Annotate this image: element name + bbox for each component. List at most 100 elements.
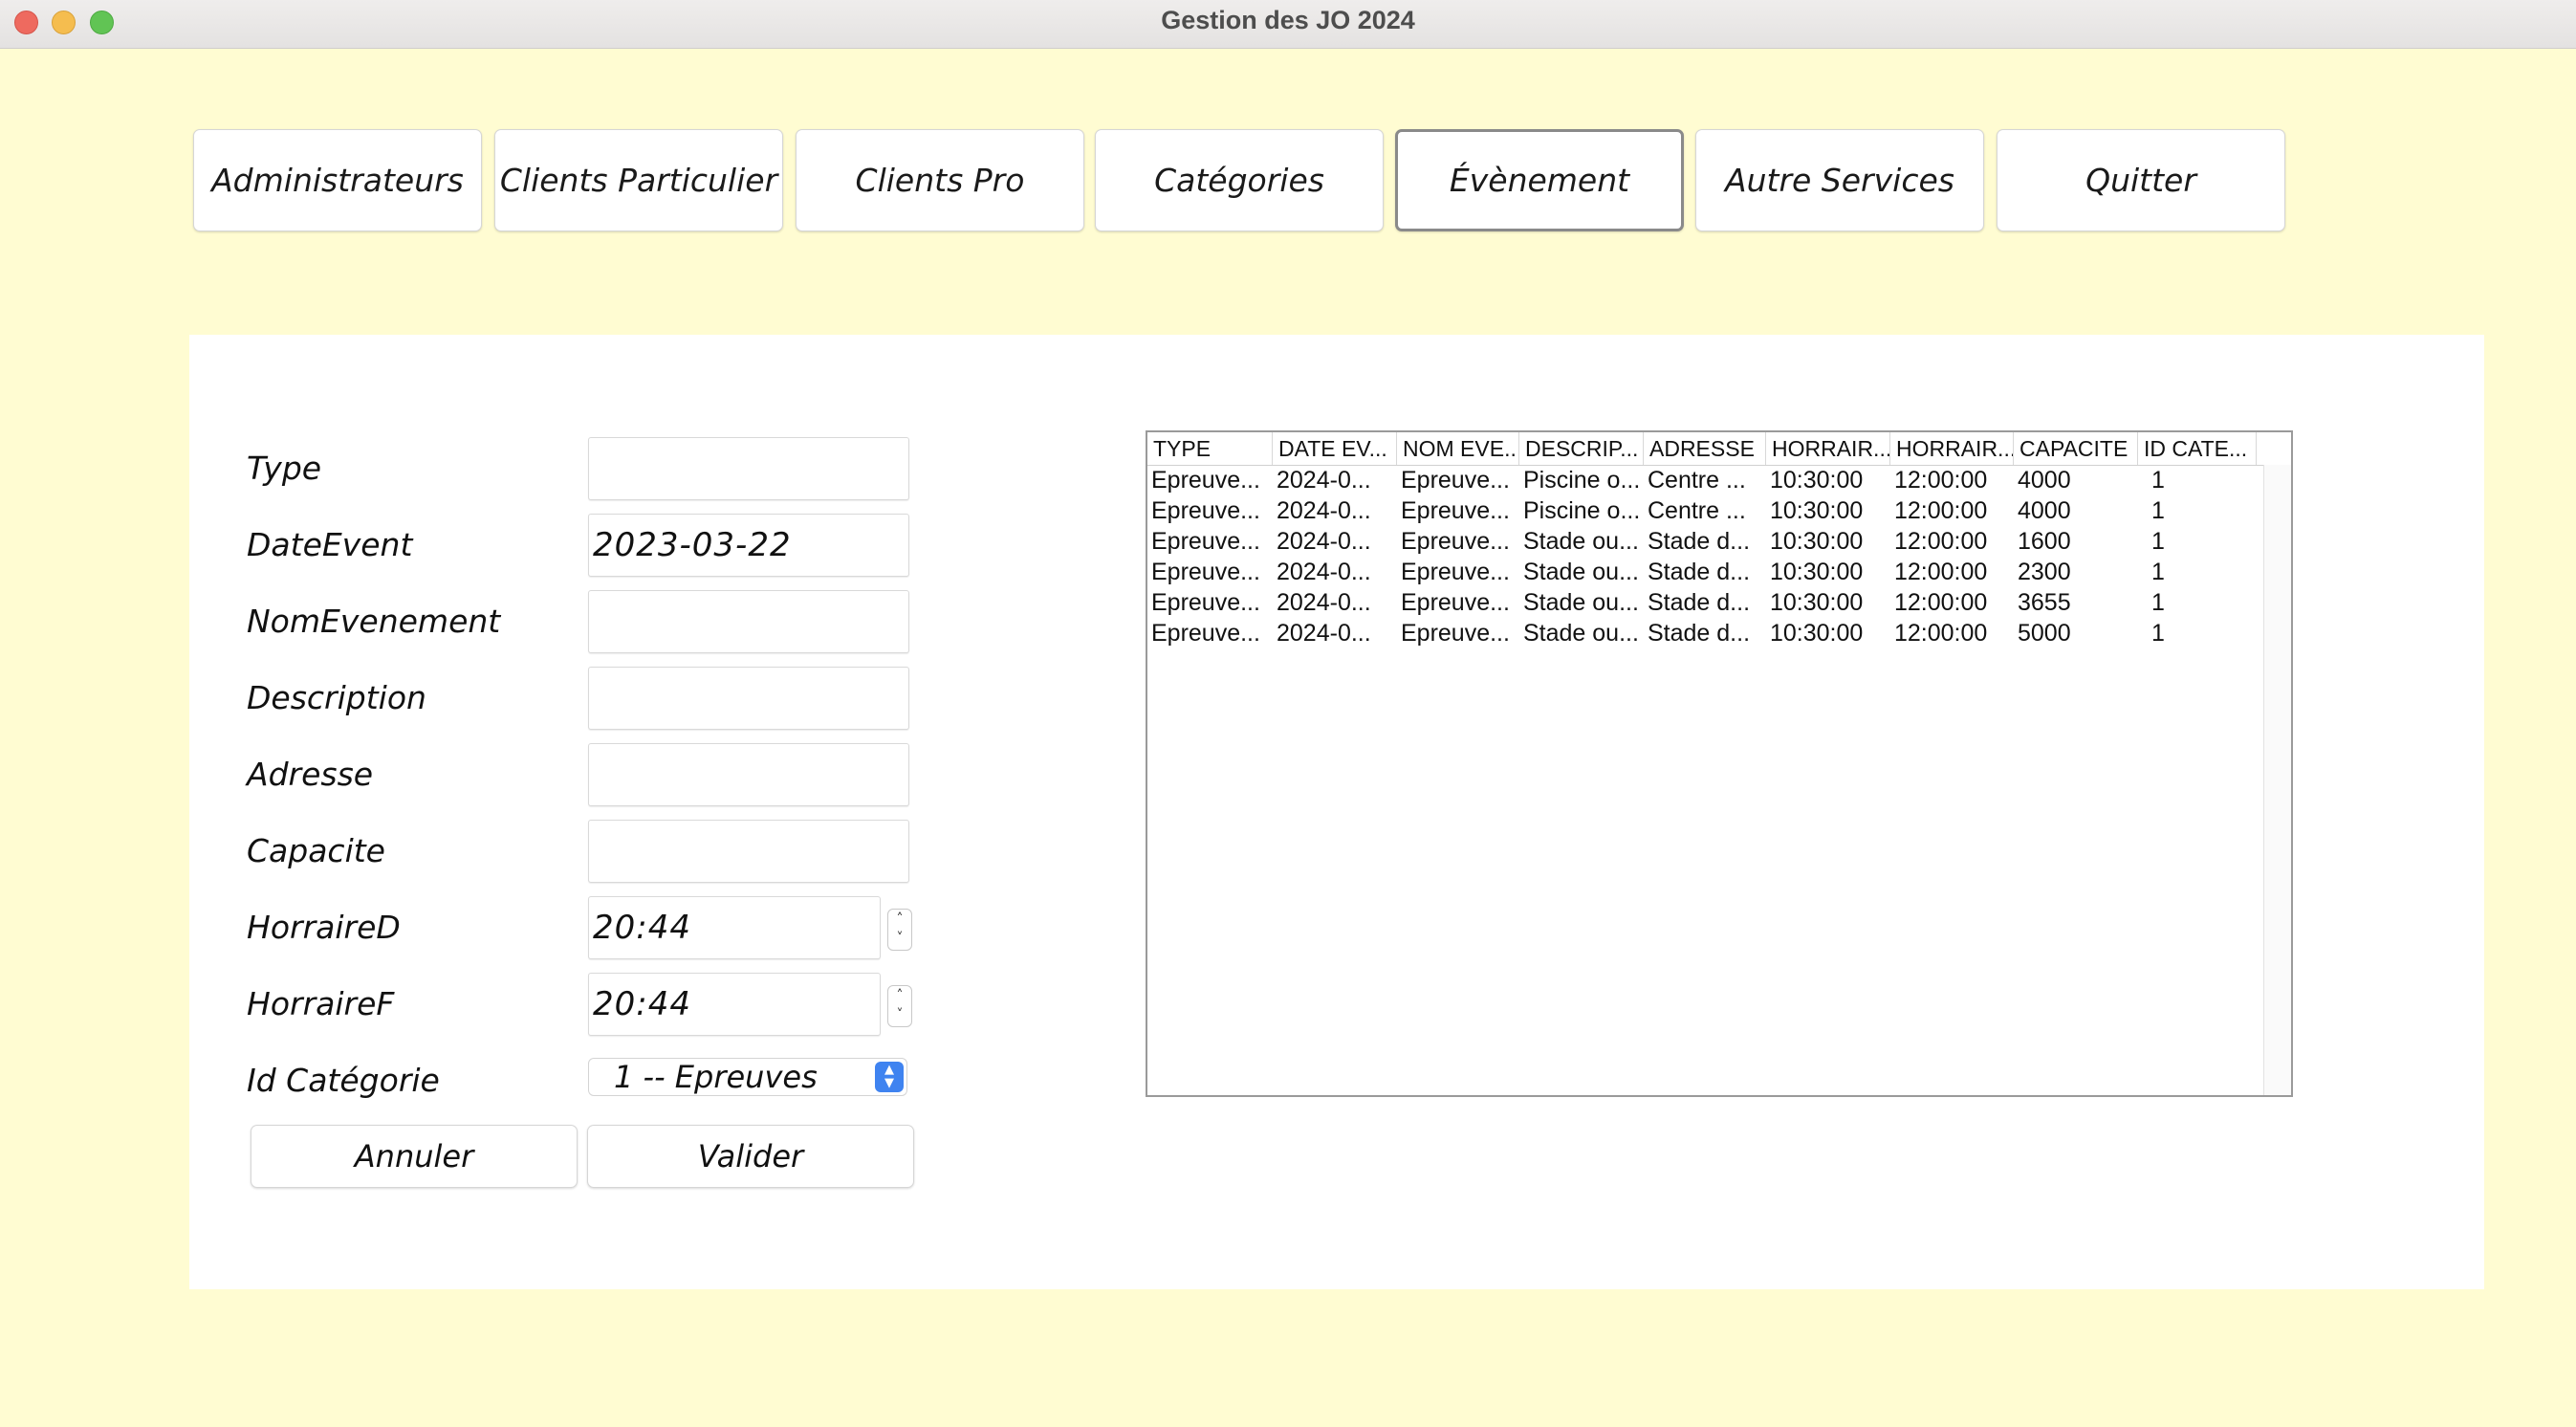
table-cell: 2300 bbox=[2018, 559, 2071, 585]
id-categorie-select[interactable]: 1 -- Epreuves ▲ ▼ bbox=[588, 1058, 907, 1096]
nav-button-categories[interactable]: Catégories bbox=[1095, 129, 1384, 231]
table-cell: Stade ou... bbox=[1523, 620, 1639, 647]
table-cell: 2024-0... bbox=[1277, 589, 1371, 616]
vertical-scrollbar[interactable] bbox=[2263, 465, 2291, 1095]
nav-button-clients-pro[interactable]: Clients Pro bbox=[796, 129, 1084, 231]
table-row[interactable]: Epreuve... 2024-0... Epreuve... Piscine o..… bbox=[1147, 495, 2266, 526]
nav-button-administrateurs[interactable]: Administrateurs bbox=[193, 129, 482, 231]
table-cell: Piscine o... bbox=[1523, 467, 1641, 494]
column-header-description[interactable]: DESCRIP... bbox=[1519, 432, 1644, 465]
table-cell: 4000 bbox=[2018, 497, 2071, 524]
table-cell: 5000 bbox=[2018, 620, 2071, 647]
table-cell: Stade d... bbox=[1648, 528, 1751, 555]
table-cell: Epreuve... bbox=[1401, 559, 1510, 585]
up-down-arrows-icon: ▲ ▼ bbox=[875, 1062, 904, 1092]
table-cell: 12:00:00 bbox=[1894, 620, 1988, 647]
table-cell: 12:00:00 bbox=[1894, 528, 1988, 555]
horraire-f-stepper[interactable]: ˄ ˅ bbox=[887, 985, 912, 1027]
table-row[interactable]: Epreuve... 2024-0... Epreuve... Stade ou...… bbox=[1147, 557, 2266, 587]
adresse-field[interactable] bbox=[588, 743, 909, 806]
horraire-d-label: HorraireD bbox=[247, 909, 401, 946]
table-cell: Epreuve... bbox=[1401, 467, 1510, 494]
table-cell: 2024-0... bbox=[1277, 620, 1371, 647]
table-cell: 4000 bbox=[2018, 467, 2071, 494]
table-cell: 2024-0... bbox=[1277, 559, 1371, 585]
table-cell: 1 bbox=[2151, 559, 2165, 585]
chevron-up-icon[interactable]: ˄ bbox=[897, 911, 904, 927]
table-cell: Epreuve... bbox=[1151, 528, 1260, 555]
column-header-adresse[interactable]: ADRESSE bbox=[1644, 432, 1766, 465]
table-row[interactable]: Epreuve... 2024-0... Epreuve... Stade ou...… bbox=[1147, 587, 2266, 618]
capacite-field[interactable] bbox=[588, 820, 909, 883]
table-cell: Epreuve... bbox=[1151, 589, 1260, 616]
type-label: Type bbox=[247, 450, 322, 487]
column-header-nom[interactable]: NOM EVE... bbox=[1397, 432, 1519, 465]
column-header-date[interactable]: DATE EV... bbox=[1273, 432, 1397, 465]
table-cell: 12:00:00 bbox=[1894, 559, 1988, 585]
table-cell: 12:00:00 bbox=[1894, 467, 1988, 494]
table-cell: 12:00:00 bbox=[1894, 589, 1988, 616]
horraire-f-field[interactable]: 20:44 bbox=[588, 973, 881, 1036]
table-row[interactable]: Epreuve... 2024-0... Epreuve... Piscine o..… bbox=[1147, 465, 2266, 495]
horraire-f-label: HorraireF bbox=[247, 985, 395, 1022]
table-row[interactable]: Epreuve... 2024-0... Epreuve... Stade ou...… bbox=[1147, 526, 2266, 557]
table-cell: Centre ... bbox=[1648, 497, 1746, 524]
table-cell: 1600 bbox=[2018, 528, 2071, 555]
table-cell: 1 bbox=[2151, 589, 2165, 616]
table-cell: Stade ou... bbox=[1523, 589, 1639, 616]
date-event-label: DateEvent bbox=[247, 526, 413, 563]
nom-evenement-field[interactable] bbox=[588, 590, 909, 653]
table-cell: 1 bbox=[2151, 620, 2165, 647]
table-cell: Epreuve... bbox=[1401, 620, 1510, 647]
table-cell: Epreuve... bbox=[1401, 589, 1510, 616]
chevron-down-icon[interactable]: ˅ bbox=[897, 931, 904, 946]
chevron-down-icon[interactable]: ˅ bbox=[897, 1007, 904, 1022]
table-cell: 10:30:00 bbox=[1770, 528, 1864, 555]
table-cell: Centre ... bbox=[1648, 467, 1746, 494]
column-header-type[interactable]: TYPE bbox=[1147, 432, 1273, 465]
horraire-d-stepper[interactable]: ˄ ˅ bbox=[887, 909, 912, 951]
table-cell: Piscine o... bbox=[1523, 497, 1641, 524]
table-cell: 2024-0... bbox=[1277, 528, 1371, 555]
table-cell: Epreuve... bbox=[1151, 467, 1260, 494]
table-cell: 2024-0... bbox=[1277, 467, 1371, 494]
table-cell: Epreuve... bbox=[1151, 559, 1260, 585]
column-header-capacite[interactable]: CAPACITE bbox=[2014, 432, 2138, 465]
table-cell: Epreuve... bbox=[1401, 497, 1510, 524]
table-header: TYPE DATE EV... NOM EVE... DESCRIP... AD… bbox=[1147, 432, 2266, 466]
type-field[interactable] bbox=[588, 437, 909, 500]
id-categorie-value: 1 -- Epreuves bbox=[614, 1059, 818, 1095]
description-label: Description bbox=[247, 679, 426, 716]
nav-button-clients-particulier[interactable]: Clients Particulier bbox=[494, 129, 783, 231]
table-cell: 3655 bbox=[2018, 589, 2071, 616]
table-cell: 1 bbox=[2151, 497, 2165, 524]
table-cell: Stade d... bbox=[1648, 589, 1751, 616]
valider-button[interactable]: Valider bbox=[587, 1125, 914, 1188]
table-cell: 10:30:00 bbox=[1770, 467, 1864, 494]
window-titlebar: Gestion des JO 2024 bbox=[0, 0, 2576, 49]
annuler-button[interactable]: Annuler bbox=[251, 1125, 578, 1188]
adresse-label: Adresse bbox=[247, 756, 374, 793]
table-cell: Epreuve... bbox=[1151, 620, 1260, 647]
table-row[interactable]: Epreuve... 2024-0... Epreuve... Stade ou...… bbox=[1147, 618, 2266, 648]
horraire-d-field[interactable]: 20:44 bbox=[588, 896, 881, 959]
table-cell: Epreuve... bbox=[1401, 528, 1510, 555]
date-event-field[interactable]: 2023-03-22 bbox=[588, 514, 909, 577]
nom-evenement-label: NomEvenement bbox=[247, 603, 501, 640]
nav-button-quitter[interactable]: Quitter bbox=[1997, 129, 2285, 231]
table-cell: 1 bbox=[2151, 528, 2165, 555]
nav-button-evenement[interactable]: Évènement bbox=[1395, 129, 1684, 231]
events-table[interactable]: TYPE DATE EV... NOM EVE... DESCRIP... AD… bbox=[1146, 430, 2293, 1097]
column-header-horraire-f[interactable]: HORRAIR... bbox=[1890, 432, 2014, 465]
table-cell: 1 bbox=[2151, 467, 2165, 494]
id-categorie-label: Id Catégorie bbox=[247, 1062, 440, 1099]
table-cell: Stade d... bbox=[1648, 620, 1751, 647]
description-field[interactable] bbox=[588, 667, 909, 730]
table-cell: 12:00:00 bbox=[1894, 497, 1988, 524]
column-header-horraire-d[interactable]: HORRAIR... bbox=[1766, 432, 1890, 465]
column-header-id-categorie[interactable]: ID CATE... bbox=[2138, 432, 2257, 465]
table-cell: 10:30:00 bbox=[1770, 497, 1864, 524]
table-cell: 10:30:00 bbox=[1770, 559, 1864, 585]
chevron-up-icon[interactable]: ˄ bbox=[897, 988, 904, 1003]
nav-button-autre-services[interactable]: Autre Services bbox=[1695, 129, 1984, 231]
